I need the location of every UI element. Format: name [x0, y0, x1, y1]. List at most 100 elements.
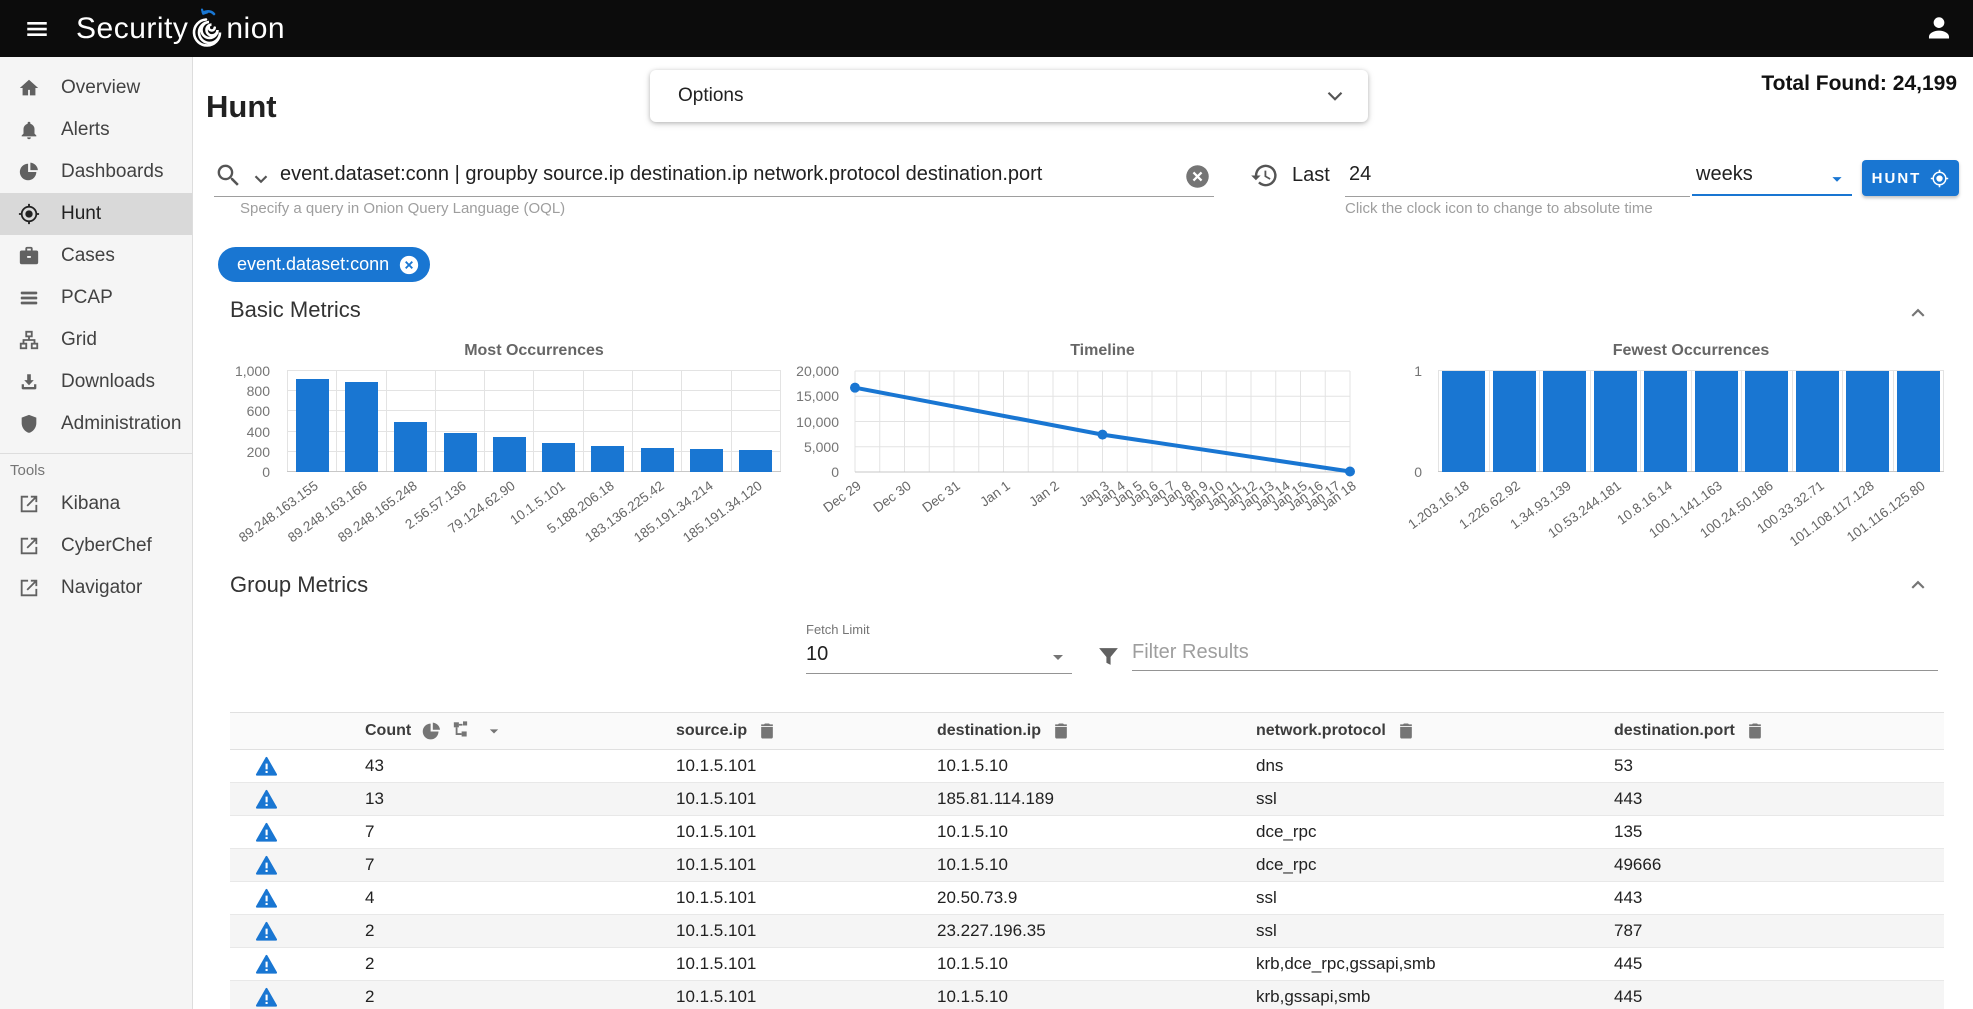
table-row[interactable]: 210.1.5.10110.1.5.10krb,dce_rpc,gssapi,s… [230, 948, 1944, 981]
table-cell[interactable]: dce_rpc [1256, 855, 1614, 875]
sidebar-item-cases[interactable]: Cases [0, 235, 192, 277]
collapse-basic-metrics-icon[interactable] [1905, 300, 1931, 326]
sidebar-item-pcap[interactable]: PCAP [0, 277, 192, 319]
table-cell[interactable]: 10.1.5.101 [676, 855, 937, 875]
bar[interactable] [1846, 371, 1889, 472]
sidebar-item-downloads[interactable]: Downloads [0, 361, 192, 403]
table-cell[interactable]: 787 [1614, 921, 1944, 941]
bar[interactable] [1745, 371, 1788, 472]
bar[interactable] [296, 379, 329, 472]
filter-results-input[interactable] [1132, 641, 1938, 671]
bar[interactable] [1493, 371, 1536, 472]
filter-chip[interactable]: event.dataset:conn [218, 247, 430, 282]
alert-triangle-icon[interactable] [255, 788, 278, 811]
bar[interactable] [1796, 371, 1839, 472]
table-cell[interactable]: 10.1.5.101 [676, 921, 937, 941]
table-cell[interactable]: 43 [365, 756, 676, 776]
bar[interactable] [444, 433, 477, 472]
hunt-button[interactable]: HUNT [1862, 160, 1959, 196]
table-row[interactable]: 210.1.5.10123.227.196.35ssl787 [230, 915, 1944, 948]
bar[interactable] [1897, 371, 1940, 472]
table-cell[interactable]: 10.1.5.10 [937, 987, 1256, 1007]
trash-icon[interactable] [1051, 721, 1071, 741]
sidebar-item-navigator[interactable]: Navigator [0, 567, 192, 609]
query-input[interactable] [280, 163, 1180, 186]
column-header-destination-port[interactable]: destination.port [1614, 721, 1944, 741]
column-header-count[interactable]: Count [365, 720, 676, 742]
table-cell[interactable]: 53 [1614, 756, 1944, 776]
table-cell[interactable]: 10.1.5.101 [676, 954, 937, 974]
bar[interactable] [1695, 371, 1738, 472]
table-cell[interactable]: ssl [1256, 888, 1614, 908]
bar[interactable] [641, 448, 674, 472]
bar[interactable] [394, 422, 427, 472]
table-cell[interactable]: 10.1.5.101 [676, 987, 937, 1007]
bar[interactable] [345, 382, 378, 472]
user-account-icon[interactable] [1925, 14, 1953, 42]
bar[interactable] [591, 446, 624, 472]
table-row[interactable]: 4310.1.5.10110.1.5.10dns53 [230, 750, 1944, 783]
table-cell[interactable]: 443 [1614, 888, 1944, 908]
sidebar-item-administration[interactable]: Administration [0, 403, 192, 445]
time-unit-select[interactable]: weeks [1692, 160, 1852, 196]
table-cell[interactable]: 10.1.5.10 [937, 954, 1256, 974]
table-cell[interactable]: 2 [365, 921, 676, 941]
pie-chart-icon[interactable] [421, 721, 442, 742]
collapse-group-metrics-icon[interactable] [1905, 572, 1931, 598]
trash-icon[interactable] [1396, 721, 1416, 741]
table-row[interactable]: 210.1.5.10110.1.5.10krb,gssapi,smb445 [230, 981, 1944, 1009]
sidebar-item-dashboards[interactable]: Dashboards [0, 151, 192, 193]
bar[interactable] [542, 443, 575, 472]
trash-icon[interactable] [757, 721, 777, 741]
table-cell[interactable]: ssl [1256, 789, 1614, 809]
alert-triangle-icon[interactable] [255, 986, 278, 1009]
table-row[interactable]: 1310.1.5.101185.81.114.189ssl443 [230, 783, 1944, 816]
table-cell[interactable]: 2 [365, 954, 676, 974]
query-history-caret-icon[interactable] [250, 168, 272, 190]
sidebar-item-hunt[interactable]: Hunt [0, 193, 192, 235]
table-cell[interactable]: 13 [365, 789, 676, 809]
alert-triangle-icon[interactable] [255, 887, 278, 910]
table-cell[interactable]: 10.1.5.101 [676, 888, 937, 908]
table-cell[interactable]: 7 [365, 822, 676, 842]
column-header-network-protocol[interactable]: network.protocol [1256, 721, 1614, 741]
table-cell[interactable]: 10.1.5.10 [937, 822, 1256, 842]
table-cell[interactable]: 443 [1614, 789, 1944, 809]
table-cell[interactable]: 445 [1614, 954, 1944, 974]
bar[interactable] [493, 437, 526, 472]
sidebar-item-overview[interactable]: Overview [0, 67, 192, 109]
table-row[interactable]: 710.1.5.10110.1.5.10dce_rpc135 [230, 816, 1944, 849]
sidebar-item-kibana[interactable]: Kibana [0, 483, 192, 525]
alert-triangle-icon[interactable] [255, 755, 278, 778]
table-cell[interactable]: 10.1.5.101 [676, 789, 937, 809]
bar[interactable] [1442, 371, 1485, 472]
sidebar-item-cyberchef[interactable]: CyberChef [0, 525, 192, 567]
table-cell[interactable]: 2 [365, 987, 676, 1007]
table-cell[interactable]: 185.81.114.189 [937, 789, 1256, 809]
bar[interactable] [1543, 371, 1586, 472]
table-cell[interactable]: ssl [1256, 921, 1614, 941]
table-row[interactable]: 710.1.5.10110.1.5.10dce_rpc49666 [230, 849, 1944, 882]
chevron-down-icon[interactable] [484, 721, 504, 741]
alert-triangle-icon[interactable] [255, 821, 278, 844]
column-header-source-ip[interactable]: source.ip [676, 721, 937, 741]
alert-triangle-icon[interactable] [255, 920, 278, 943]
bar[interactable] [1644, 371, 1687, 472]
menu-icon[interactable] [20, 12, 54, 46]
fetch-limit-select[interactable]: 10 [806, 643, 828, 666]
table-cell[interactable]: krb,gssapi,smb [1256, 987, 1614, 1007]
table-cell[interactable]: 23.227.196.35 [937, 921, 1256, 941]
bar[interactable] [690, 449, 723, 472]
trash-icon[interactable] [1745, 721, 1765, 741]
table-cell[interactable]: 445 [1614, 987, 1944, 1007]
alert-triangle-icon[interactable] [255, 854, 278, 877]
table-cell[interactable]: 49666 [1614, 855, 1944, 875]
table-cell[interactable]: dce_rpc [1256, 822, 1614, 842]
chevron-down-icon[interactable] [1046, 645, 1070, 669]
sidebar-item-grid[interactable]: Grid [0, 319, 192, 361]
search-icon[interactable] [214, 161, 243, 190]
table-cell[interactable]: 10.1.5.101 [676, 756, 937, 776]
bar[interactable] [1594, 371, 1637, 472]
table-cell[interactable]: dns [1256, 756, 1614, 776]
bar[interactable] [739, 450, 772, 472]
